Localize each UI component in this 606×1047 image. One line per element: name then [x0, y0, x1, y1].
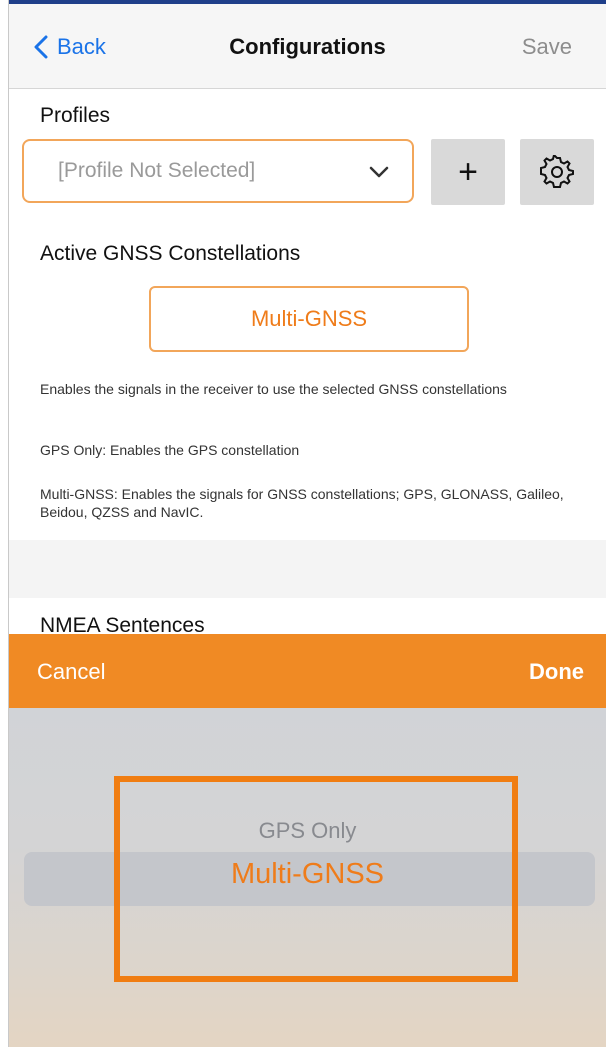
back-label: Back — [57, 34, 106, 59]
gnss-mode-button[interactable]: Multi-GNSS — [149, 286, 469, 352]
profiles-label: Profiles — [40, 104, 111, 127]
gnss-description: Enables the signals in the receiver to u… — [40, 381, 507, 397]
gps-only-description: GPS Only: Enables the GPS constellation — [40, 442, 300, 458]
gnss-label: Active GNSS Constellations — [40, 242, 301, 265]
multi-gnss-description: Multi-GNSS: Enables the signals for GNSS… — [40, 486, 564, 520]
chevron-left-icon — [34, 35, 48, 59]
save-button[interactable]: Save — [522, 34, 572, 60]
back-button[interactable]: Back — [33, 34, 106, 60]
profile-dropdown-value: [Profile Not Selected] — [58, 159, 256, 182]
gear-icon — [540, 155, 574, 188]
profile-settings-button[interactable] — [520, 139, 594, 205]
plus-icon: + — [458, 153, 478, 191]
done-button[interactable]: Done — [529, 659, 584, 685]
chevron-down-icon — [369, 166, 389, 178]
app-screen: Back Configurations Save Profiles [Profi… — [0, 0, 606, 1047]
highlight-box — [114, 776, 518, 982]
cancel-button[interactable]: Cancel — [37, 659, 105, 685]
navigation-bar: Back Configurations Save — [9, 4, 606, 89]
section-separator — [9, 540, 606, 598]
profile-dropdown[interactable]: [Profile Not Selected] — [22, 139, 414, 203]
add-profile-button[interactable]: + — [431, 139, 505, 205]
picker-toolbar: Cancel Done — [9, 634, 606, 708]
